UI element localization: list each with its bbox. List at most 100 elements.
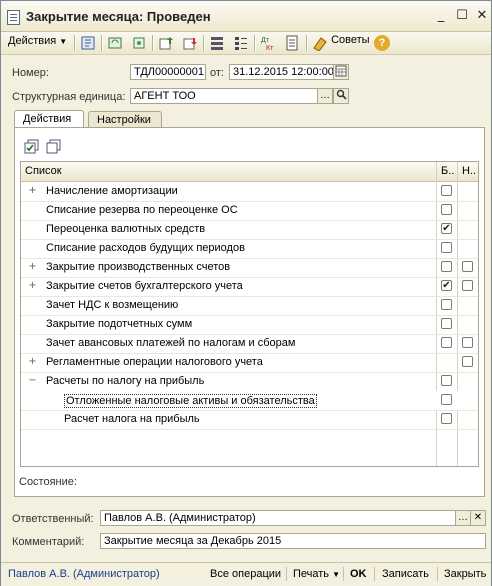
command-separator (437, 567, 438, 581)
number-field[interactable]: ТДЛ00000001 (130, 64, 206, 80)
checkbox-b[interactable] (441, 242, 452, 253)
svg-text:Кт: Кт (266, 45, 274, 51)
refresh-icon (108, 37, 122, 49)
checkbox-b[interactable] (441, 185, 452, 196)
actions-menu[interactable]: Действия ▼ (8, 35, 67, 51)
document-window: Закрытие месяца: Проведен _ ☐ ✕ Действия… (0, 0, 492, 586)
checkbox-b[interactable] (441, 375, 452, 386)
search-icon (336, 89, 347, 100)
table-row[interactable]: Списание резерва по переоценке ОС (21, 201, 478, 221)
table-row[interactable]: Зачет авансовых платежей по налогам и сб… (21, 334, 478, 354)
tab-settings[interactable]: Настройки (88, 111, 162, 128)
checkbox-n[interactable] (462, 356, 473, 367)
close-button[interactable]: Закрыть (444, 568, 486, 580)
calendar-button[interactable] (333, 64, 349, 80)
checkbox-b[interactable] (441, 204, 452, 215)
table-row[interactable]: Зачет НДС к возмещению (21, 296, 478, 316)
chevron-down-icon: ▼ (59, 37, 68, 46)
bottom-command-bar: Павлов А.В. (Администратор) Все операции… (1, 562, 491, 586)
table-row[interactable]: + Закрытие производственных счетов (21, 258, 478, 278)
table-row[interactable]: Списание расходов будущих периодов (21, 239, 478, 259)
table-row[interactable]: + Регламентные операции налогового учета (21, 353, 478, 373)
checkbox-b[interactable] (441, 299, 452, 310)
expand-icon[interactable]: + (28, 357, 37, 367)
ok-button[interactable]: OK (350, 568, 367, 580)
title-bar: Закрытие месяца: Проведен _ ☐ ✕ (1, 1, 491, 32)
operation-name: Зачет авансовых платежей по налогам и сб… (46, 337, 296, 349)
print-menu-button[interactable]: Печать ▼ (293, 568, 340, 580)
close-window-button[interactable]: ✕ (474, 9, 490, 23)
checkbox-n[interactable] (462, 261, 473, 272)
checkbox-b[interactable] (441, 318, 452, 329)
comment-field[interactable]: Закрытие месяца за Декабрь 2015 (100, 533, 486, 549)
table-row[interactable]: Закрытие подотчетных сумм (21, 315, 478, 335)
current-user-link[interactable]: Павлов А.В. (Администратор) (8, 568, 160, 580)
maximize-button[interactable]: ☐ (454, 9, 470, 23)
fill-button[interactable] (158, 35, 174, 51)
actions-menu-label: Действия (8, 35, 57, 47)
upload-icon (183, 38, 197, 50)
unit-field[interactable]: АГЕНТ ТОО (130, 88, 318, 104)
unit-search-button[interactable] (333, 88, 349, 104)
help-button[interactable]: ? (374, 35, 390, 51)
structure-button[interactable] (233, 35, 249, 51)
list-view-button[interactable] (209, 35, 225, 51)
checkbox-b[interactable]: ✔ (441, 223, 452, 234)
report-button[interactable] (284, 35, 300, 51)
operation-name: Зачет НДС к возмещению (46, 299, 179, 311)
expand-icon[interactable]: + (28, 186, 37, 196)
checkbox-b[interactable] (441, 337, 452, 348)
expand-icon[interactable]: + (28, 281, 37, 291)
unit-select-button[interactable]: … (317, 88, 333, 104)
debit-credit-button[interactable]: Дт Кт (260, 35, 276, 52)
window-title: Закрытие месяца: Проведен (26, 9, 211, 24)
status-label: Состояние: (19, 476, 77, 488)
report-icon (286, 35, 298, 51)
check-all-button[interactable] (24, 139, 40, 158)
operation-name: Списание резерва по переоценке ОС (46, 204, 238, 216)
svg-text:Дт: Дт (261, 37, 270, 44)
refresh-button[interactable] (107, 35, 123, 51)
upload-button[interactable] (182, 35, 198, 51)
responsible-select-button[interactable]: … (455, 510, 471, 526)
column-header-b[interactable]: Б.. (441, 165, 454, 177)
collapse-icon[interactable]: − (28, 376, 37, 386)
responsible-field[interactable]: Павлов А.В. (Администратор) (100, 510, 456, 526)
table-row[interactable]: Отложенные налоговые активы и обязательс… (21, 391, 478, 411)
toolbar-separator (74, 35, 76, 51)
chevron-down-icon: ▼ (332, 570, 341, 579)
expand-icon[interactable]: + (28, 262, 37, 272)
number-label: Номер: (12, 67, 49, 79)
save-button[interactable]: Записать (382, 568, 429, 580)
checkbox-b[interactable] (441, 413, 452, 424)
table-row[interactable]: + Закрытие счетов бухгалтерского учета ✔ (21, 277, 478, 297)
operation-name: Списание расходов будущих периодов (46, 242, 245, 254)
date-field[interactable]: 31.12.2015 12:00:00 (229, 64, 334, 80)
operation-name: Закрытие производственных счетов (46, 261, 231, 273)
debit-credit-icon: ДтКт (261, 37, 274, 52)
tips-book-icon (313, 37, 327, 52)
column-header-n[interactable]: Н.. (462, 165, 476, 177)
table-row[interactable]: Расчет налога на прибыль (21, 410, 478, 430)
copy-button[interactable] (131, 35, 147, 51)
checkbox-n[interactable] (462, 337, 473, 348)
minimize-button[interactable]: _ (433, 9, 449, 23)
checkbox-n[interactable] (462, 280, 473, 291)
checkbox-b[interactable] (441, 261, 452, 272)
command-separator (374, 567, 375, 581)
tips-button[interactable]: Советы (312, 34, 370, 52)
checkbox-b[interactable] (441, 394, 452, 405)
date-from-label: от: (210, 67, 224, 79)
table-row[interactable]: − Расчеты по налогу на прибыль (21, 372, 478, 392)
table-row[interactable]: + Начисление амортизации (21, 182, 478, 202)
column-header-list[interactable]: Список (25, 165, 62, 177)
all-operations-button[interactable]: Все операции (210, 568, 281, 580)
table-row[interactable]: Переоценка валютных средств ✔ (21, 220, 478, 240)
calendar-icon (335, 65, 347, 77)
responsible-clear-button[interactable]: ✕ (470, 510, 486, 526)
uncheck-all-button[interactable] (46, 139, 62, 158)
toolbar-separator (101, 35, 103, 51)
checkbox-b[interactable]: ✔ (441, 280, 452, 291)
tab-actions[interactable]: Действия (14, 110, 84, 127)
post-document-button[interactable] (80, 35, 96, 51)
